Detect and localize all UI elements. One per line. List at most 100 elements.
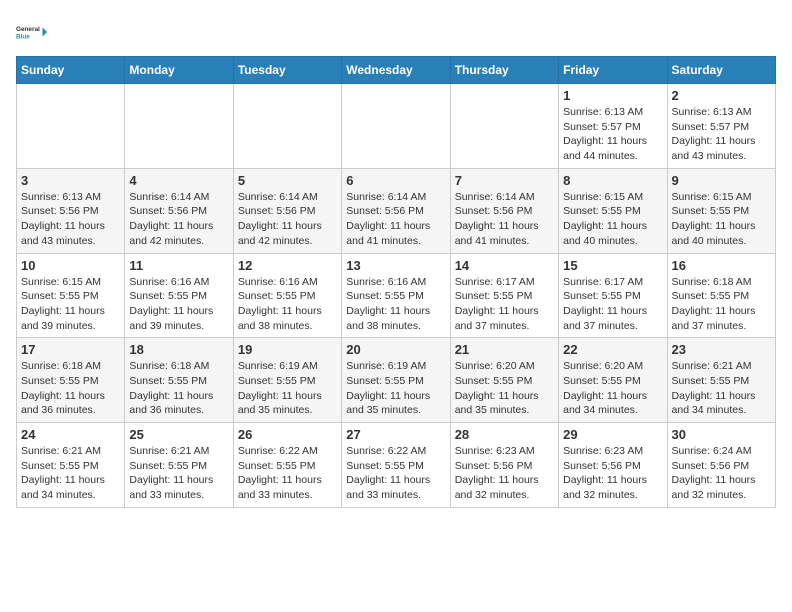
calendar-cell: 6Sunrise: 6:14 AM Sunset: 5:56 PM Daylig… <box>342 168 450 253</box>
day-number: 26 <box>238 427 337 442</box>
day-info: Sunrise: 6:22 AM Sunset: 5:55 PM Dayligh… <box>238 444 337 503</box>
logo-icon: GeneralBlue <box>16 16 48 48</box>
day-info: Sunrise: 6:15 AM Sunset: 5:55 PM Dayligh… <box>563 190 662 249</box>
day-info: Sunrise: 6:14 AM Sunset: 5:56 PM Dayligh… <box>238 190 337 249</box>
logo: GeneralBlue <box>16 16 52 48</box>
calendar-cell: 12 Sunrise: 6:16 AM Sunset: 5:55 PM Dayli… <box>233 253 341 338</box>
day-number: 1 <box>563 88 662 103</box>
day-number: 20 <box>346 342 445 357</box>
calendar-cell: 29Sunrise: 6:23 AM Sunset: 5:56 PM Dayli… <box>559 423 667 508</box>
page-header: GeneralBlue <box>16 16 776 48</box>
day-info: Sunrise: 6:24 AM Sunset: 5:56 PM Dayligh… <box>672 444 771 503</box>
calendar-cell: 27 Sunrise: 6:22 AM Sunset: 5:55 PM Dayli… <box>342 423 450 508</box>
calendar-cell: 4Sunrise: 6:14 AM Sunset: 5:56 PM Daylig… <box>125 168 233 253</box>
day-info: Sunrise: 6:13 AM Sunset: 5:57 PM Dayligh… <box>563 105 662 164</box>
day-number: 28 <box>455 427 554 442</box>
weekday-header-monday: Monday <box>125 57 233 84</box>
calendar-cell: 10 Sunrise: 6:15 AM Sunset: 5:55 PM Dayli… <box>17 253 125 338</box>
day-info: Sunrise: 6:16 AM Sunset: 5:55 PM Dayligh… <box>238 275 337 334</box>
day-info: Sunrise: 6:18 AM Sunset: 5:55 PM Dayligh… <box>21 359 120 418</box>
day-info: Sunrise: 6:20 AM Sunset: 5:55 PM Dayligh… <box>455 359 554 418</box>
day-number: 5 <box>238 173 337 188</box>
calendar-cell: 25Sunrise: 6:21 AM Sunset: 5:55 PM Dayli… <box>125 423 233 508</box>
day-info: Sunrise: 6:13 AM Sunset: 5:56 PM Dayligh… <box>21 190 120 249</box>
day-number: 6 <box>346 173 445 188</box>
calendar-week-row: 10 Sunrise: 6:15 AM Sunset: 5:55 PM Dayli… <box>17 253 776 338</box>
day-info: Sunrise: 6:20 AM Sunset: 5:55 PM Dayligh… <box>563 359 662 418</box>
day-info: Sunrise: 6:22 AM Sunset: 5:55 PM Dayligh… <box>346 444 445 503</box>
day-number: 4 <box>129 173 228 188</box>
calendar-week-row: 17 Sunrise: 6:18 AM Sunset: 5:55 PM Dayli… <box>17 338 776 423</box>
day-info: Sunrise: 6:17 AM Sunset: 5:55 PM Dayligh… <box>563 275 662 334</box>
day-info: Sunrise: 6:14 AM Sunset: 5:56 PM Dayligh… <box>455 190 554 249</box>
day-info: Sunrise: 6:21 AM Sunset: 5:55 PM Dayligh… <box>129 444 228 503</box>
calendar-cell: 20 Sunrise: 6:19 AM Sunset: 5:55 PM Dayli… <box>342 338 450 423</box>
day-info: Sunrise: 6:15 AM Sunset: 5:55 PM Dayligh… <box>672 190 771 249</box>
day-info: Sunrise: 6:21 AM Sunset: 5:55 PM Dayligh… <box>672 359 771 418</box>
calendar-header-row: SundayMondayTuesdayWednesdayThursdayFrid… <box>17 57 776 84</box>
day-number: 24 <box>21 427 120 442</box>
day-info: Sunrise: 6:13 AM Sunset: 5:57 PM Dayligh… <box>672 105 771 164</box>
day-info: Sunrise: 6:19 AM Sunset: 5:55 PM Dayligh… <box>238 359 337 418</box>
day-number: 23 <box>672 342 771 357</box>
calendar-week-row: 24 Sunrise: 6:21 AM Sunset: 5:55 PM Dayli… <box>17 423 776 508</box>
calendar-cell <box>342 84 450 169</box>
day-number: 21 <box>455 342 554 357</box>
day-number: 14 <box>455 258 554 273</box>
svg-text:General: General <box>16 26 40 33</box>
day-number: 18 <box>129 342 228 357</box>
calendar-cell: 11 Sunrise: 6:16 AM Sunset: 5:55 PM Dayli… <box>125 253 233 338</box>
calendar-cell: 16 Sunrise: 6:18 AM Sunset: 5:55 PM Dayli… <box>667 253 775 338</box>
day-number: 10 <box>21 258 120 273</box>
calendar-cell: 18 Sunrise: 6:18 AM Sunset: 5:55 PM Dayli… <box>125 338 233 423</box>
calendar-cell <box>125 84 233 169</box>
calendar-cell: 13 Sunrise: 6:16 AM Sunset: 5:55 PM Dayli… <box>342 253 450 338</box>
calendar-cell: 30 Sunrise: 6:24 AM Sunset: 5:56 PM Dayli… <box>667 423 775 508</box>
day-info: Sunrise: 6:23 AM Sunset: 5:56 PM Dayligh… <box>455 444 554 503</box>
calendar-week-row: 3 Sunrise: 6:13 AM Sunset: 5:56 PM Daylig… <box>17 168 776 253</box>
day-info: Sunrise: 6:18 AM Sunset: 5:55 PM Dayligh… <box>672 275 771 334</box>
weekday-header-sunday: Sunday <box>17 57 125 84</box>
weekday-header-wednesday: Wednesday <box>342 57 450 84</box>
calendar-cell: 5 Sunrise: 6:14 AM Sunset: 5:56 PM Daylig… <box>233 168 341 253</box>
day-info: Sunrise: 6:16 AM Sunset: 5:55 PM Dayligh… <box>346 275 445 334</box>
calendar-cell: 24 Sunrise: 6:21 AM Sunset: 5:55 PM Dayli… <box>17 423 125 508</box>
calendar-table: SundayMondayTuesdayWednesdayThursdayFrid… <box>16 56 776 508</box>
calendar-cell: 21 Sunrise: 6:20 AM Sunset: 5:55 PM Dayli… <box>450 338 558 423</box>
calendar-cell <box>233 84 341 169</box>
calendar-week-row: 1 Sunrise: 6:13 AM Sunset: 5:57 PM Daylig… <box>17 84 776 169</box>
day-info: Sunrise: 6:16 AM Sunset: 5:55 PM Dayligh… <box>129 275 228 334</box>
calendar-cell: 2 Sunrise: 6:13 AM Sunset: 5:57 PM Daylig… <box>667 84 775 169</box>
day-number: 30 <box>672 427 771 442</box>
day-info: Sunrise: 6:21 AM Sunset: 5:55 PM Dayligh… <box>21 444 120 503</box>
day-number: 3 <box>21 173 120 188</box>
day-number: 2 <box>672 88 771 103</box>
svg-text:Blue: Blue <box>16 33 30 40</box>
day-number: 7 <box>455 173 554 188</box>
day-info: Sunrise: 6:15 AM Sunset: 5:55 PM Dayligh… <box>21 275 120 334</box>
calendar-cell: 3 Sunrise: 6:13 AM Sunset: 5:56 PM Daylig… <box>17 168 125 253</box>
day-info: Sunrise: 6:18 AM Sunset: 5:55 PM Dayligh… <box>129 359 228 418</box>
calendar-cell: 8Sunrise: 6:15 AM Sunset: 5:55 PM Daylig… <box>559 168 667 253</box>
day-number: 27 <box>346 427 445 442</box>
weekday-header-friday: Friday <box>559 57 667 84</box>
day-number: 29 <box>563 427 662 442</box>
weekday-header-thursday: Thursday <box>450 57 558 84</box>
day-number: 13 <box>346 258 445 273</box>
day-number: 9 <box>672 173 771 188</box>
day-number: 22 <box>563 342 662 357</box>
day-number: 11 <box>129 258 228 273</box>
day-number: 17 <box>21 342 120 357</box>
day-info: Sunrise: 6:17 AM Sunset: 5:55 PM Dayligh… <box>455 275 554 334</box>
calendar-cell: 22 Sunrise: 6:20 AM Sunset: 5:55 PM Dayli… <box>559 338 667 423</box>
calendar-cell: 23 Sunrise: 6:21 AM Sunset: 5:55 PM Dayli… <box>667 338 775 423</box>
calendar-cell: 9 Sunrise: 6:15 AM Sunset: 5:55 PM Daylig… <box>667 168 775 253</box>
day-number: 16 <box>672 258 771 273</box>
calendar-cell: 28 Sunrise: 6:23 AM Sunset: 5:56 PM Dayli… <box>450 423 558 508</box>
calendar-cell: 19Sunrise: 6:19 AM Sunset: 5:55 PM Dayli… <box>233 338 341 423</box>
calendar-cell: 17 Sunrise: 6:18 AM Sunset: 5:55 PM Dayli… <box>17 338 125 423</box>
day-number: 12 <box>238 258 337 273</box>
weekday-header-tuesday: Tuesday <box>233 57 341 84</box>
day-info: Sunrise: 6:19 AM Sunset: 5:55 PM Dayligh… <box>346 359 445 418</box>
weekday-header-saturday: Saturday <box>667 57 775 84</box>
